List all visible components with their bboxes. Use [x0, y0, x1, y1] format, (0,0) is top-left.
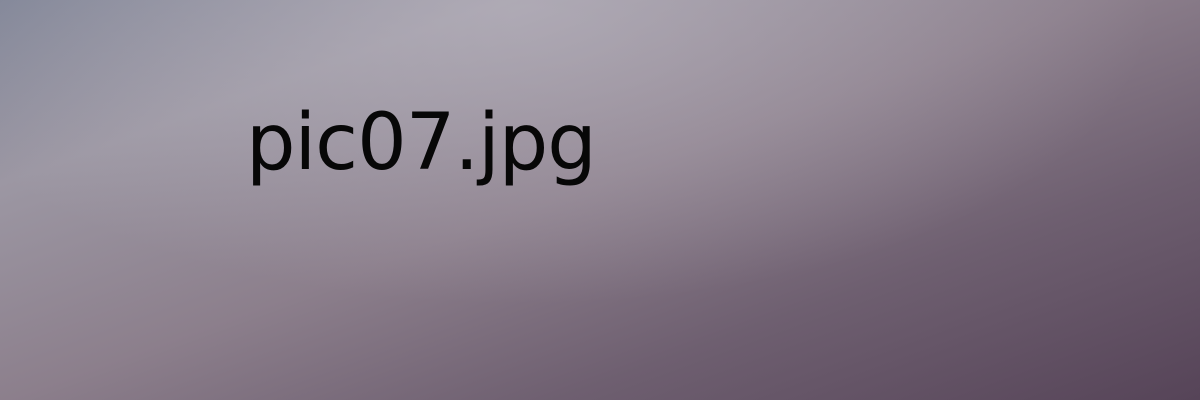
image-filename-label: pic07.jpg: [246, 98, 597, 188]
placeholder-image-canvas: pic07.jpg: [0, 0, 1200, 400]
